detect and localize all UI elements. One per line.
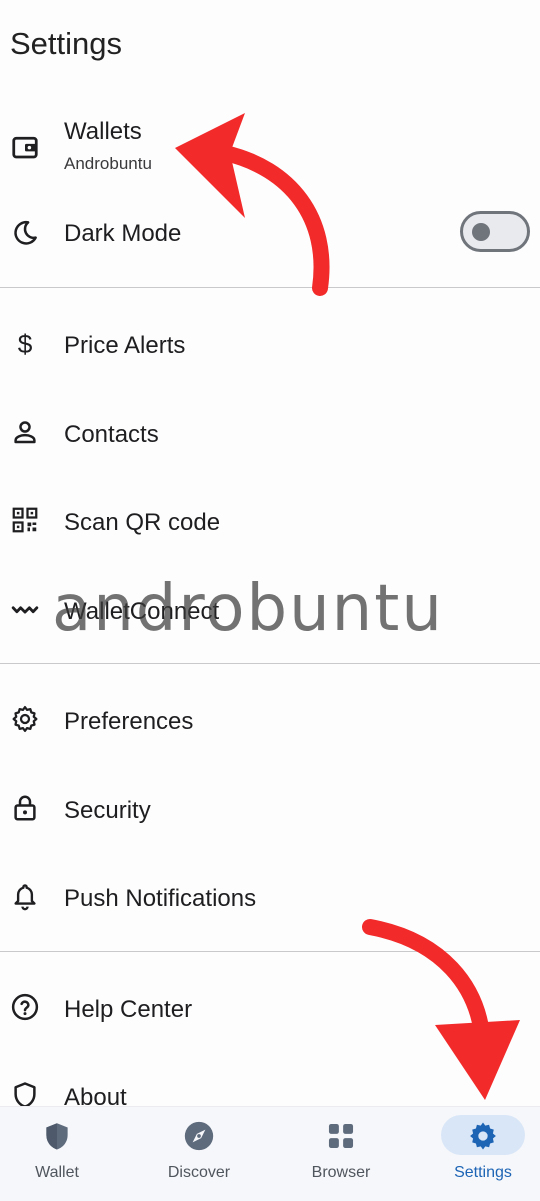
divider bbox=[0, 287, 540, 288]
nav-settings-label: Settings bbox=[454, 1164, 512, 1181]
scan-qr-label: Scan QR code bbox=[64, 509, 221, 536]
page-title: Settings bbox=[10, 26, 123, 61]
person-icon bbox=[8, 415, 42, 449]
gear-icon bbox=[8, 702, 42, 736]
nav-discover[interactable]: Discover bbox=[144, 1107, 254, 1201]
watermark-logo: androbuntu bbox=[52, 572, 444, 646]
push-notifications-item[interactable]: Push Notifications bbox=[0, 857, 540, 937]
nav-settings[interactable]: Settings bbox=[428, 1107, 538, 1201]
security-item[interactable]: Security bbox=[0, 769, 540, 849]
preferences-item[interactable]: Preferences bbox=[0, 680, 540, 760]
security-label: Security bbox=[64, 797, 151, 824]
price-alerts-label: Price Alerts bbox=[64, 332, 186, 359]
divider bbox=[0, 951, 540, 952]
nav-wallet[interactable]: Wallet bbox=[2, 1107, 112, 1201]
help-center-label: Help Center bbox=[64, 996, 193, 1023]
lock-icon bbox=[8, 791, 42, 825]
contacts-item[interactable]: Contacts bbox=[0, 393, 540, 473]
nav-wallet-label: Wallet bbox=[35, 1164, 79, 1181]
scan-qr-item[interactable]: Scan QR code bbox=[0, 481, 540, 561]
qr-code-icon bbox=[8, 503, 42, 537]
divider bbox=[0, 663, 540, 664]
dark-mode-toggle[interactable] bbox=[460, 211, 530, 252]
preferences-label: Preferences bbox=[64, 708, 194, 735]
help-icon bbox=[8, 990, 42, 1024]
dollar-icon: $ bbox=[8, 327, 42, 361]
shield-icon bbox=[46, 1123, 68, 1150]
bottom-nav: Wallet Discover Browser Settings bbox=[0, 1106, 540, 1201]
price-alerts-item[interactable]: $ Price Alerts bbox=[0, 304, 540, 384]
nav-browser-label: Browser bbox=[311, 1164, 371, 1181]
wallets-subtitle: Androbuntu bbox=[64, 154, 152, 173]
moon-icon bbox=[8, 216, 42, 250]
wallet-icon bbox=[8, 130, 42, 164]
wallets-label: Wallets bbox=[64, 118, 142, 145]
nav-browser[interactable]: Browser bbox=[286, 1107, 396, 1201]
compass-icon bbox=[184, 1121, 214, 1151]
contacts-label: Contacts bbox=[64, 421, 159, 448]
toggle-knob bbox=[472, 223, 490, 241]
dark-mode-item[interactable]: Dark Mode bbox=[0, 192, 540, 272]
push-notifications-label: Push Notifications bbox=[64, 885, 257, 912]
dark-mode-label: Dark Mode bbox=[64, 220, 182, 247]
nav-discover-label: Discover bbox=[167, 1164, 231, 1181]
help-center-item[interactable]: Help Center bbox=[0, 968, 540, 1048]
walletconnect-icon bbox=[8, 592, 42, 626]
bell-icon bbox=[8, 879, 42, 913]
wallets-item[interactable]: Wallets Androbuntu bbox=[0, 110, 540, 190]
grid-icon bbox=[328, 1123, 354, 1149]
gear-icon bbox=[470, 1122, 496, 1150]
svg-text:$: $ bbox=[18, 329, 33, 359]
